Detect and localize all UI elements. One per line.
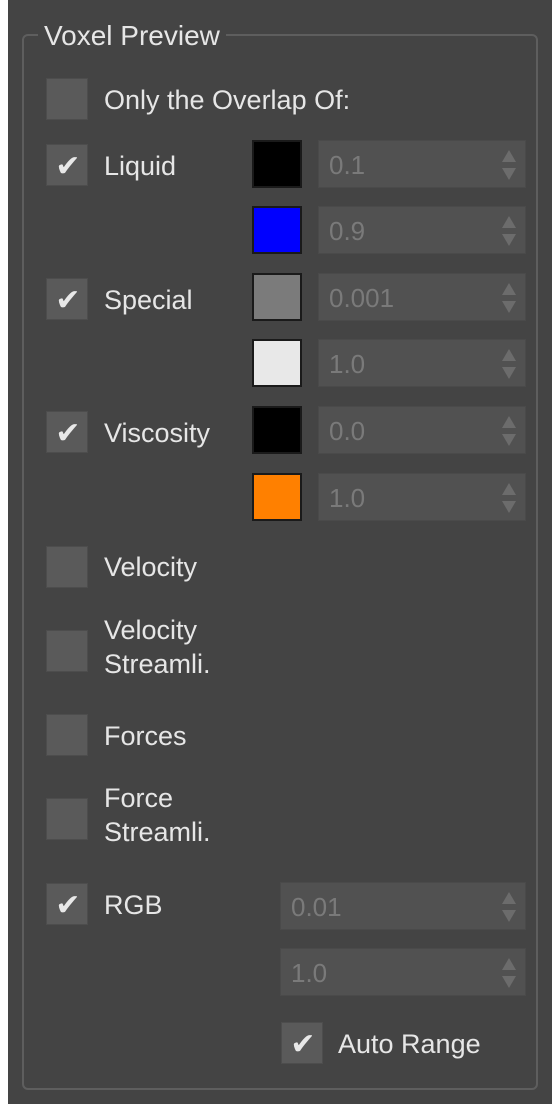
auto-range-label: Auto Range [338,1029,481,1059]
check-icon: ✔ [290,1026,316,1062]
liquid-label: Liquid [104,151,177,181]
velocity-label: Velocity [104,552,198,582]
voxel-preview-panel: Voxel Preview Only the Overlap Of: ✔ Liq… [8,0,552,1104]
viscosity-low-spinner[interactable]: 0.0 [318,406,526,454]
velocity-streamlines-checkbox[interactable] [46,630,88,672]
special-color-high-swatch[interactable] [252,339,302,387]
spinner-arrows-icon[interactable] [501,281,517,315]
liquid-checkbox[interactable]: ✔ [46,144,88,186]
viscosity-label: Viscosity [104,418,211,448]
check-icon: ✔ [55,887,81,923]
rgb-low-spinner[interactable]: 0.01 [280,882,526,930]
force-streamlines-label-line2: Streamli. [104,817,211,847]
check-icon: ✔ [55,148,81,184]
forces-label: Forces [104,721,187,751]
velocity-checkbox[interactable] [46,546,88,588]
viscosity-color-low-swatch[interactable] [252,406,302,454]
velocity-streamlines-label-line1: Velocity [104,615,198,645]
viscosity-high-spinner[interactable]: 1.0 [318,473,526,521]
auto-range-checkbox[interactable]: ✔ [281,1022,323,1064]
special-checkbox[interactable]: ✔ [46,278,88,320]
overlap-checkbox[interactable] [46,78,88,120]
force-streamlines-label-line1: Force [104,783,174,813]
spinner-value: 1.0 [291,958,328,988]
special-high-spinner[interactable]: 1.0 [318,339,526,387]
spinner-arrows-icon[interactable] [501,481,517,515]
spinner-value: 0.1 [329,150,366,180]
viscosity-color-high-swatch[interactable] [252,473,302,521]
liquid-low-spinner[interactable]: 0.1 [318,140,526,188]
spinner-arrows-icon[interactable] [501,347,517,381]
spinner-arrows-icon[interactable] [501,148,517,182]
spinner-value: 0.001 [329,283,395,313]
spinner-arrows-icon[interactable] [501,414,517,448]
rgb-checkbox[interactable]: ✔ [46,883,88,925]
velocity-streamlines-label-line2: Streamli. [104,649,211,679]
spinner-value: 0.01 [291,892,342,922]
rgb-high-spinner[interactable]: 1.0 [280,948,526,996]
spinner-value: 1.0 [329,349,366,379]
liquid-color-high-swatch[interactable] [252,206,302,254]
special-low-spinner[interactable]: 0.001 [318,273,526,321]
check-icon: ✔ [55,282,81,318]
force-streamlines-checkbox[interactable] [46,798,88,840]
spinner-arrows-icon[interactable] [501,956,517,990]
spinner-value: 1.0 [329,483,366,513]
spinner-arrows-icon[interactable] [501,890,517,924]
special-color-low-swatch[interactable] [252,273,302,321]
spinner-value: 0.0 [329,416,366,446]
rgb-label: RGB [104,890,163,920]
liquid-color-low-swatch[interactable] [252,140,302,188]
spinner-value: 0.9 [329,216,366,246]
check-icon: ✔ [55,415,81,451]
voxel-preview-group [22,34,538,1090]
spinner-arrows-icon[interactable] [501,214,517,248]
viscosity-checkbox[interactable]: ✔ [46,411,88,453]
group-title: Voxel Preview [38,18,226,54]
overlap-label: Only the Overlap Of: [104,85,351,115]
forces-checkbox[interactable] [46,714,88,756]
liquid-high-spinner[interactable]: 0.9 [318,206,526,254]
special-label: Special [104,285,193,315]
